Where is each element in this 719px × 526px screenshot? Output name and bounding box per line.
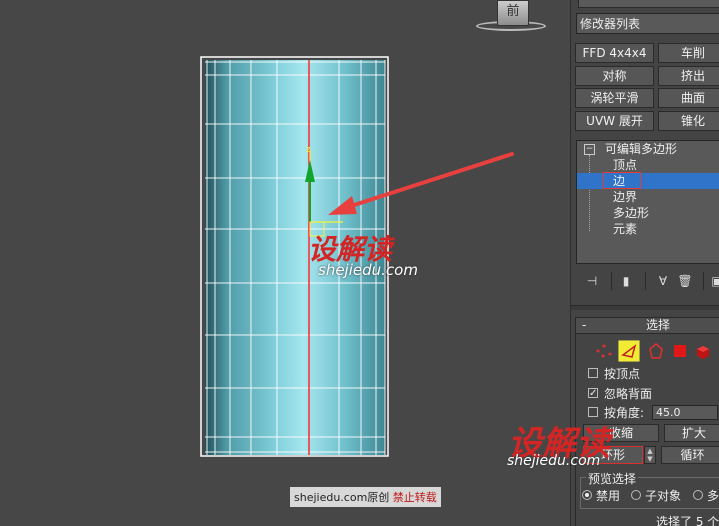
edge-level-icon[interactable] <box>618 340 640 362</box>
edge-highlight-box <box>603 172 641 189</box>
modifier-button-uvw-unwrap[interactable]: UVW 展开 <box>575 111 654 131</box>
preview-off-radio[interactable] <box>582 490 592 500</box>
ignore-backfacing-checkbox[interactable]: ✓ <box>588 388 598 399</box>
preview-selection-label: 预览选择 <box>586 470 639 487</box>
modifier-button-surface[interactable]: 曲面 <box>658 88 719 108</box>
toolbar-separator <box>703 272 704 290</box>
preview-subobject-radio[interactable] <box>631 490 641 500</box>
stack-item-border[interactable]: 边界 <box>577 189 719 205</box>
modifier-button-taper[interactable]: 锥化 <box>658 111 719 131</box>
modifier-button-turbosmooth[interactable]: 涡轮平滑 <box>575 88 654 108</box>
configure-sets-icon[interactable]: ▣ <box>709 273 719 289</box>
polygon-level-icon[interactable] <box>670 342 690 360</box>
ring-spinner[interactable]: ▲ ▼ <box>644 446 656 464</box>
preview-multi-radio[interactable] <box>693 490 703 500</box>
stack-toolbar: ⊣ ▮ ∀ 🗑 ▣ <box>571 268 719 296</box>
selection-rollout-header[interactable]: - 选择 <box>576 318 719 334</box>
by-vertex-checkbox[interactable] <box>588 368 598 378</box>
show-end-result-icon[interactable]: ▮ <box>618 273 634 289</box>
preview-multi-label[interactable]: 多个 <box>707 487 719 504</box>
by-vertex-label: 按顶点 <box>604 367 641 381</box>
border-level-icon[interactable] <box>646 342 666 360</box>
make-unique-icon[interactable]: ∀ <box>655 273 671 289</box>
cylinder-mesh[interactable]: z <box>0 0 570 526</box>
grow-button[interactable]: 扩大 <box>664 424 719 442</box>
panel-divider <box>571 305 719 310</box>
angle-threshold-field[interactable]: 45.0 <box>652 405 718 420</box>
preview-selection-group: 预览选择 禁用 子对象 多个 <box>580 470 719 509</box>
modifier-button-extrude[interactable]: 挤出 <box>658 66 719 86</box>
by-angle-label: 按角度: <box>604 406 645 420</box>
rollout-title: 选择 <box>646 318 671 332</box>
watermark-original: 原创 <box>367 491 390 504</box>
watermark-no-repost: 禁止转载 <box>392 491 437 504</box>
watermark-site: shejiedu.com <box>294 491 368 504</box>
perspective-viewport[interactable]: 前 z 设解读 shejiedu.com shejiedu.com原创 禁止转载 <box>0 0 570 526</box>
modifier-button-lathe[interactable]: 车削 <box>658 43 719 63</box>
object-name-field[interactable] <box>578 0 719 8</box>
svg-text:z: z <box>306 145 311 155</box>
watermark-caption: shejiedu.com原创 禁止转载 <box>290 487 441 507</box>
loop-button[interactable]: 循环 <box>661 446 719 464</box>
stack-item-polygon[interactable]: 多边形 <box>577 205 719 221</box>
modifier-stack[interactable]: − 可编辑多边形 顶点 边 边界 多边形 元素 <box>576 140 719 264</box>
stack-item-vertex[interactable]: 顶点 <box>577 157 719 173</box>
modifier-list-dropdown[interactable]: 修改器列表 <box>576 13 719 34</box>
selection-status: 选择了 5 个边 <box>656 515 719 526</box>
toolbar-separator <box>611 272 612 290</box>
collapse-toggle-icon[interactable]: − <box>584 144 595 155</box>
modifier-button-symmetry[interactable]: 对称 <box>575 66 654 86</box>
rollout-collapse-sign[interactable]: - <box>582 318 586 333</box>
watermark-url-center: shejiedu.com <box>318 261 418 279</box>
element-level-icon[interactable] <box>693 342 713 360</box>
stack-item-element[interactable]: 元素 <box>577 221 719 237</box>
ignore-backfacing-label: 忽略背面 <box>604 387 653 401</box>
modifier-button-ffd[interactable]: FFD 4x4x4 <box>575 43 654 63</box>
remove-modifier-icon[interactable]: 🗑 <box>677 273 693 289</box>
watermark-url-corner: shejiedu.com <box>507 453 601 469</box>
stack-item-edge[interactable]: 边 <box>577 173 719 189</box>
preview-subobject-label[interactable]: 子对象 <box>645 487 681 504</box>
preview-off-label[interactable]: 禁用 <box>596 487 620 504</box>
pin-stack-icon[interactable]: ⊣ <box>584 273 600 289</box>
vertex-level-icon[interactable] <box>594 342 614 360</box>
stack-root-editable-poly[interactable]: 可编辑多边形 <box>605 141 677 157</box>
toolbar-separator <box>645 272 646 290</box>
